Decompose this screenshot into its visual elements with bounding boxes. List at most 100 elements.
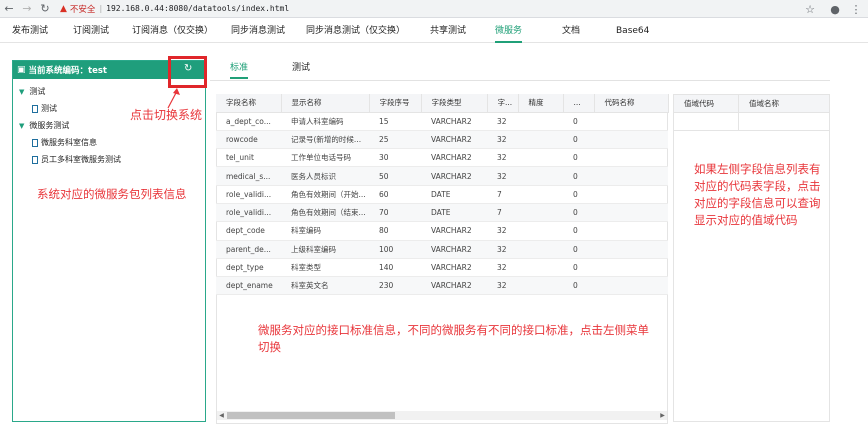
table-cell: VARCHAR2 bbox=[421, 221, 487, 241]
tree-leaf-dept-info[interactable]: 微服务科室信息 bbox=[32, 137, 97, 148]
table-cell bbox=[518, 112, 563, 131]
table-cell: 32 bbox=[487, 112, 518, 131]
menu-item-subscribe-msg[interactable]: 订阅消息（仅交换） bbox=[132, 19, 213, 43]
warning-icon: ▲ bbox=[60, 3, 67, 14]
table-cell bbox=[518, 258, 563, 278]
table-cell: 0 bbox=[563, 221, 594, 241]
caret-down-icon[interactable]: ▼ bbox=[19, 122, 24, 130]
table-cell: dept_ename bbox=[216, 276, 281, 296]
table-cell: 科室编码 bbox=[281, 221, 369, 241]
address-bar[interactable]: 192.168.0.44:8080/datatools/index.html bbox=[106, 4, 289, 13]
scroll-left-icon[interactable]: ◀ bbox=[217, 411, 226, 420]
table-cell: 32 bbox=[487, 221, 518, 241]
table-cell bbox=[594, 148, 668, 168]
table-cell: 上级科室编码 bbox=[281, 240, 369, 259]
table-cell: role_validi... bbox=[216, 203, 281, 223]
column-header[interactable]: 字段序号 bbox=[369, 94, 422, 113]
table-cell: dept_type bbox=[216, 258, 281, 278]
table-row[interactable]: dept_code 科室编码 80 VARCHAR2 32 0 bbox=[216, 221, 668, 241]
column-header[interactable]: 显示名称 bbox=[281, 94, 370, 113]
tree-node-test[interactable]: ▼ 测试 bbox=[19, 86, 45, 97]
column-header[interactable]: 值域代码 bbox=[674, 95, 739, 113]
table-cell: VARCHAR2 bbox=[421, 258, 487, 278]
table-cell: parent_de... bbox=[216, 240, 281, 259]
table-cell: role_validi... bbox=[216, 185, 281, 204]
tree-leaf-test[interactable]: 测试 bbox=[32, 103, 57, 114]
table-header-row: 字段名称 显示名称 字段序号 字段类型 字... 精度 ... 代码名称 bbox=[216, 94, 669, 113]
table-row[interactable]: dept_ename 科室英文名 230 VARCHAR2 32 0 bbox=[216, 276, 668, 296]
table-row[interactable]: tel_unit 工作单位电话号码 30 VARCHAR2 32 0 bbox=[216, 148, 668, 168]
tree-leaf-label[interactable]: 测试 bbox=[41, 103, 57, 114]
table-cell: VARCHAR2 bbox=[421, 148, 487, 168]
tree-node-label[interactable]: 测试 bbox=[29, 86, 45, 97]
table-cell: 32 bbox=[487, 148, 518, 168]
column-header[interactable]: 代码名称 bbox=[594, 94, 669, 113]
table-cell bbox=[594, 221, 668, 241]
table-cell bbox=[518, 185, 563, 204]
tree-leaf-label[interactable]: 微服务科室信息 bbox=[41, 137, 97, 148]
menu-icon[interactable]: ⋮ bbox=[847, 0, 865, 18]
column-header[interactable]: 字段类型 bbox=[421, 94, 488, 113]
table-cell: 申请人科室编码 bbox=[281, 112, 369, 131]
menu-item-docs[interactable]: 文档 bbox=[562, 19, 580, 43]
table-cell bbox=[594, 276, 668, 296]
interface-standard-annotation: 微服务对应的接口标准信息，不同的微服务有不同的接口标准，点击左侧菜单切换 bbox=[258, 323, 649, 354]
table-cell: 0 bbox=[563, 112, 594, 131]
menu-item-subscribe[interactable]: 订阅测试 bbox=[73, 19, 109, 43]
table-cell: 140 bbox=[369, 258, 421, 278]
table-cell: 科室英文名 bbox=[281, 276, 369, 296]
table-cell: 230 bbox=[369, 276, 421, 296]
tab-test[interactable]: 测试 bbox=[292, 57, 310, 79]
table-cell bbox=[674, 113, 739, 131]
back-icon[interactable]: ← bbox=[0, 0, 18, 18]
column-header[interactable]: ... bbox=[563, 94, 595, 113]
scroll-right-icon[interactable]: ▶ bbox=[658, 411, 667, 420]
account-icon[interactable]: ● bbox=[826, 0, 844, 18]
star-icon[interactable]: ☆ bbox=[801, 0, 819, 18]
menu-item-base64[interactable]: Base64 bbox=[616, 19, 649, 43]
table-cell: VARCHAR2 bbox=[421, 166, 487, 186]
table-row[interactable]: dept_type 科室类型 140 VARCHAR2 32 0 bbox=[216, 258, 668, 278]
reload-icon[interactable]: ↻ bbox=[36, 0, 54, 18]
tree-leaf-label[interactable]: 员工多科室微服务测试 bbox=[41, 154, 121, 165]
refresh-icon[interactable]: ↻ bbox=[184, 63, 192, 74]
menu-item-publish[interactable]: 发布测试 bbox=[12, 19, 48, 43]
menu-item-microservice[interactable]: 微服务 bbox=[495, 19, 523, 43]
table-cell: 工作单位电话号码 bbox=[281, 148, 369, 168]
column-header[interactable]: 字... bbox=[487, 94, 519, 113]
column-header[interactable]: 精度 bbox=[518, 94, 564, 113]
table-cell: a_dept_co... bbox=[216, 112, 281, 131]
table-cell: rowcode bbox=[216, 130, 281, 150]
menu-item-sync-msg[interactable]: 同步消息测试 bbox=[231, 19, 285, 43]
table-cell bbox=[518, 240, 563, 259]
scrollbar-thumb[interactable] bbox=[227, 412, 395, 419]
table-row[interactable]: parent_de... 上级科室编码 100 VARCHAR2 32 0 bbox=[216, 240, 668, 259]
table-cell: 15 bbox=[369, 112, 421, 131]
menu-item-sync-msg-exchange[interactable]: 同步消息测试（仅交换） bbox=[306, 19, 405, 43]
table-cell: DATE bbox=[421, 185, 487, 204]
table-row[interactable]: rowcode 记录号(新增的时候... 25 VARCHAR2 32 0 bbox=[216, 130, 668, 150]
horizontal-scrollbar[interactable]: ◀ ▶ bbox=[217, 411, 667, 420]
table-cell: VARCHAR2 bbox=[421, 130, 487, 150]
table-row[interactable]: role_validi... 角色有效期间（结束... 70 DATE 7 0 bbox=[216, 203, 668, 223]
table-row[interactable]: role_validi... 角色有效期间（开始... 60 DATE 7 0 bbox=[216, 185, 668, 204]
forward-icon[interactable]: → bbox=[18, 0, 36, 18]
table-cell: 记录号(新增的时候... bbox=[281, 130, 369, 150]
tree-node-microservice-test[interactable]: ▼ 微服务测试 bbox=[19, 120, 69, 131]
browser-toolbar: ← → ↻ ▲ 不安全 | 192.168.0.44:8080/datatool… bbox=[0, 0, 868, 18]
caret-down-icon[interactable]: ▼ bbox=[19, 88, 24, 96]
table-row[interactable]: a_dept_co... 申请人科室编码 15 VARCHAR2 32 0 bbox=[216, 112, 668, 131]
column-header[interactable]: 值域名称 bbox=[739, 95, 830, 113]
table-cell: VARCHAR2 bbox=[421, 240, 487, 259]
table-cell: 7 bbox=[487, 203, 518, 223]
tree-leaf-employee-dept[interactable]: 员工多科室微服务测试 bbox=[32, 154, 121, 165]
table-row[interactable]: medical_s... 医务人员标识 50 VARCHAR2 32 0 bbox=[216, 166, 668, 186]
file-icon bbox=[32, 138, 38, 147]
table-cell: 0 bbox=[563, 258, 594, 278]
table-cell: 0 bbox=[563, 130, 594, 150]
column-header[interactable]: 字段名称 bbox=[216, 94, 282, 113]
tab-standard[interactable]: 标准 bbox=[230, 57, 249, 79]
tree-node-label[interactable]: 微服务测试 bbox=[29, 120, 69, 131]
table-cell: 50 bbox=[369, 166, 421, 186]
menu-item-share[interactable]: 共享测试 bbox=[430, 19, 466, 43]
